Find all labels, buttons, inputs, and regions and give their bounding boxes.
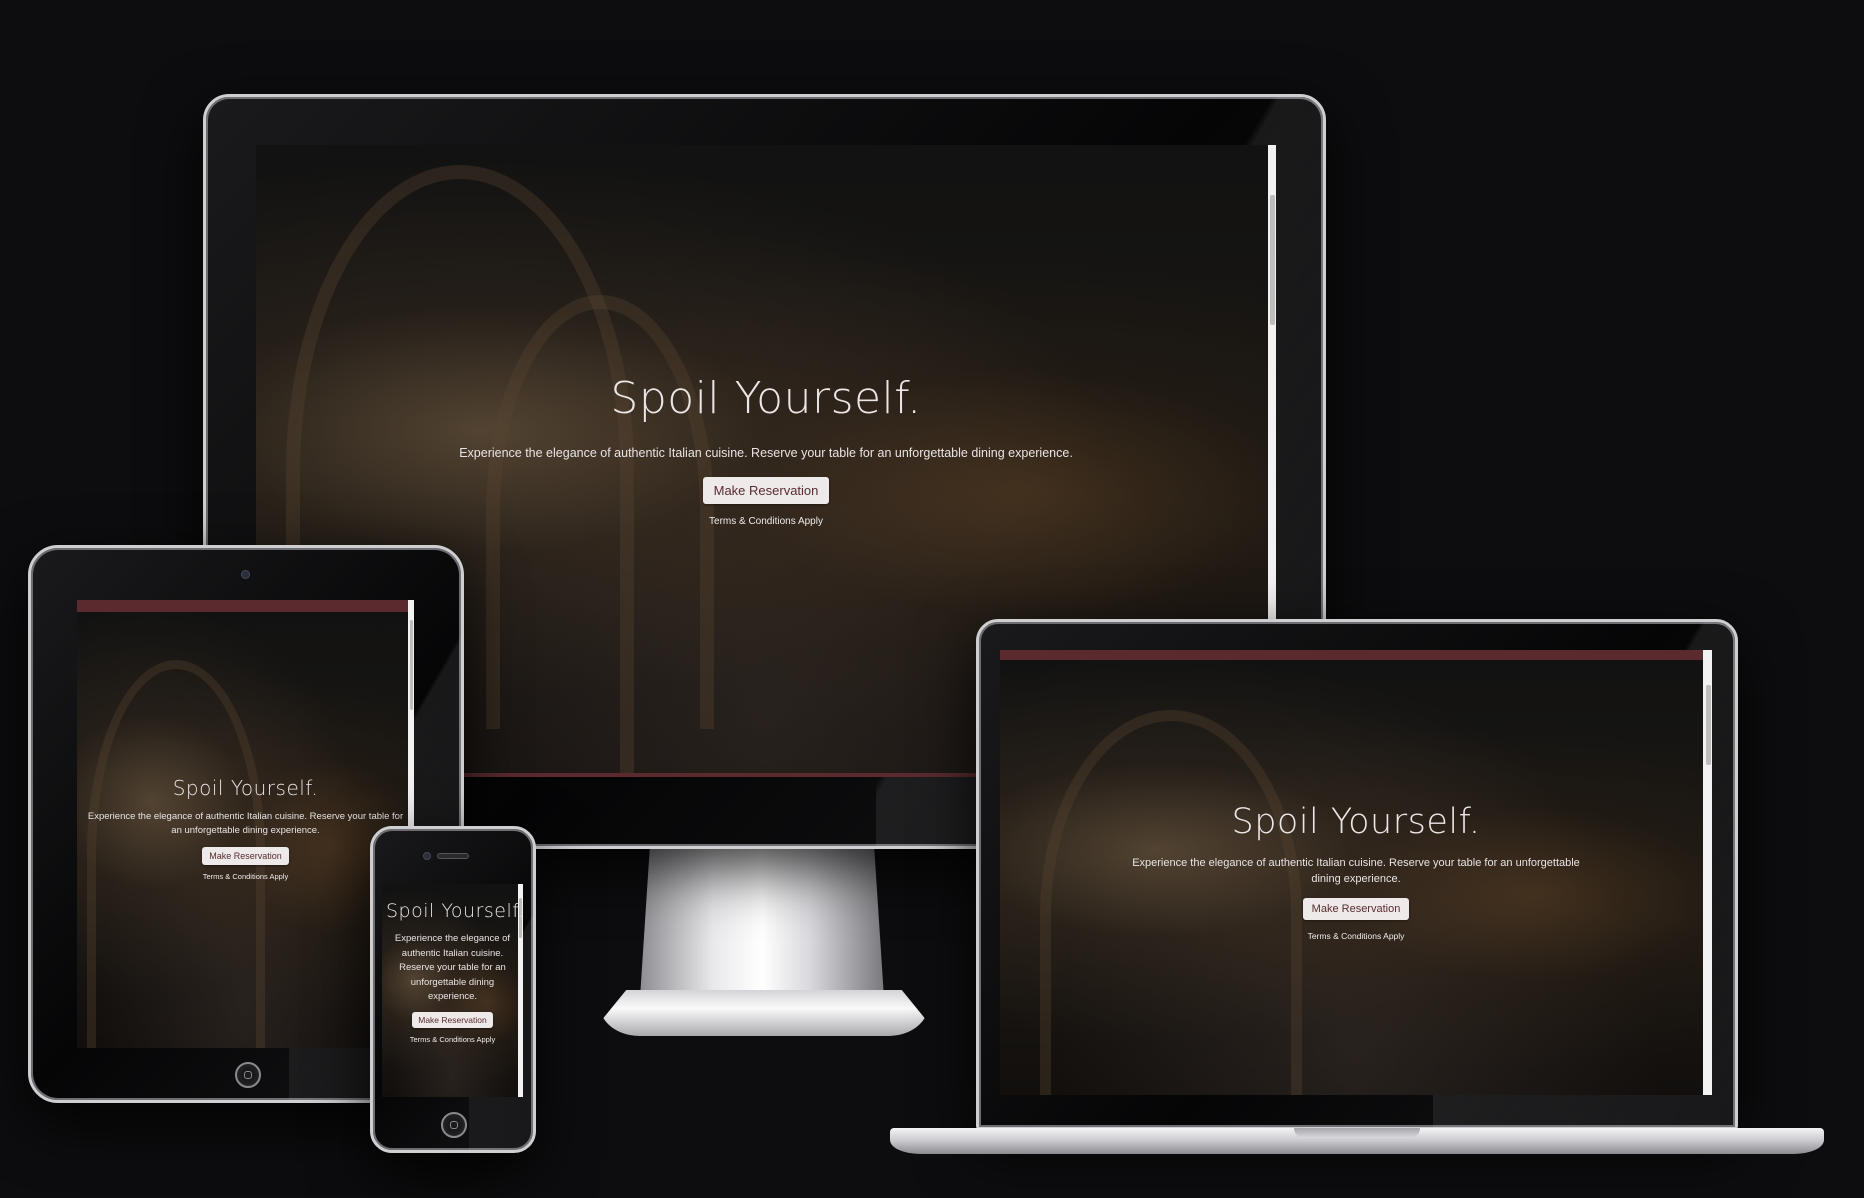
hero-tagline: Experience the elegance of authentic Ita…	[1132, 857, 1580, 885]
hero-section: Spoil Yourself. Experience the elegance …	[256, 373, 1276, 527]
header-bar	[1000, 650, 1712, 660]
terms-link[interactable]: Terms & Conditions Apply	[1000, 931, 1712, 941]
laptop-screen: Spoil Yourself. Experience the elegance …	[1000, 650, 1712, 1095]
scrollbar-thumb[interactable]	[410, 620, 413, 710]
terms-link[interactable]: Terms & Conditions Apply	[386, 1035, 519, 1044]
phone-speaker	[437, 853, 469, 859]
scrollbar-thumb[interactable]	[1706, 685, 1711, 765]
hero-title: Spoil Yourself.	[1231, 802, 1481, 842]
scrollbar-thumb[interactable]	[1270, 195, 1275, 325]
phone-camera	[423, 852, 431, 860]
make-reservation-button[interactable]: Make Reservation	[1302, 898, 1410, 920]
terms-link[interactable]: Terms & Conditions Apply	[256, 516, 1276, 527]
make-reservation-button[interactable]: Make Reservation	[412, 1011, 493, 1028]
hero-section: Spoil Yourself. Experience the elegance …	[77, 776, 414, 881]
hero-tagline: Experience the elegance of authentic Ita…	[87, 811, 404, 836]
phone-screen: Spoil Yourself. Experience the elegance …	[382, 884, 523, 1097]
hero-title: Spoil Yourself.	[610, 373, 922, 424]
hero-section: Spoil Yourself. Experience the elegance …	[1000, 802, 1712, 941]
make-reservation-button[interactable]: Make Reservation	[202, 847, 289, 865]
hero-section: Spoil Yourself. Experience the elegance …	[382, 900, 523, 1044]
hero-title: Spoil Yourself.	[172, 776, 319, 800]
terms-link[interactable]: Terms & Conditions Apply	[81, 872, 410, 881]
laptop-notch	[1294, 1128, 1420, 1138]
phone-home-button[interactable]	[441, 1112, 467, 1138]
hero-title: Spoil Yourself.	[386, 900, 523, 922]
tablet-home-button[interactable]	[235, 1062, 261, 1088]
tablet-camera	[241, 570, 250, 579]
monitor-stand-base	[600, 990, 928, 1036]
make-reservation-button[interactable]: Make Reservation	[702, 477, 830, 504]
hero-tagline: Experience the elegance of authentic Ita…	[459, 446, 1073, 460]
header-bar	[77, 600, 414, 612]
tablet-screen: Spoil Yourself. Experience the elegance …	[77, 600, 414, 1048]
hero-tagline: Experience the elegance of authentic Ita…	[394, 933, 511, 1002]
monitor-stand-neck	[640, 848, 884, 998]
